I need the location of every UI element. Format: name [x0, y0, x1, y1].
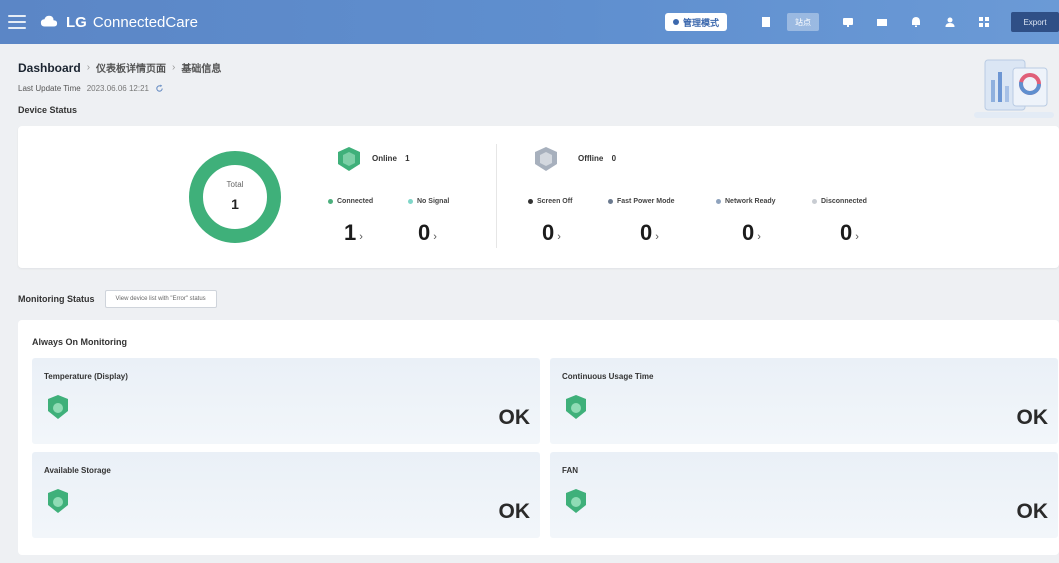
- top-bar: LG ConnectedCare 管理模式 站点 Export: [0, 0, 1059, 44]
- site-select[interactable]: 站点: [787, 13, 819, 31]
- monitoring-status-row: Monitoring Status View device list with …: [18, 290, 217, 308]
- tile-status: OK: [1016, 500, 1049, 523]
- chevron-right-icon: ›: [757, 231, 761, 243]
- tile-title: Available Storage: [44, 466, 111, 475]
- device-status-card: Total 1 Online 1 Connected 1 › No Signal…: [18, 126, 1059, 268]
- bell-icon[interactable]: [909, 15, 923, 29]
- tile-title: FAN: [562, 466, 578, 475]
- legend-label: Network Ready: [725, 198, 776, 205]
- tile-title: Temperature (Display): [44, 372, 128, 381]
- count-value: 0: [742, 220, 755, 245]
- legend-label: Fast Power Mode: [617, 198, 675, 205]
- online-device-icon: [338, 147, 360, 171]
- legend-network-ready: Network Ready: [716, 198, 776, 205]
- device-status-heading: Device Status: [18, 105, 78, 115]
- legend-connected: Connected: [328, 198, 373, 205]
- no-signal-dot-icon: [408, 199, 413, 204]
- page-title: Dashboard: [18, 60, 81, 75]
- mode-label: 管理模式: [682, 17, 719, 28]
- cloud-logo-icon: [40, 13, 58, 31]
- legend-disconnected: Disconnected: [812, 198, 867, 205]
- count-value: 0: [542, 220, 555, 245]
- count-value: 1: [344, 220, 357, 245]
- count-value: 0: [640, 220, 653, 245]
- screen-off-dot-icon: [528, 199, 533, 204]
- monitor-tile-available-storage[interactable]: Available Storage OK: [32, 452, 540, 538]
- monitor-tile-temperature[interactable]: Temperature (Display) OK: [32, 358, 540, 444]
- tile-status: OK: [1016, 406, 1049, 429]
- connected-dot-icon: [328, 199, 333, 204]
- chevron-right-icon: ›: [655, 231, 659, 243]
- monitor-tile-continuous-usage[interactable]: Continuous Usage Time OK: [550, 358, 1058, 444]
- legend-label: Disconnected: [821, 198, 867, 205]
- breadcrumb-separator: ›: [172, 62, 176, 73]
- tile-status: OK: [498, 500, 531, 523]
- ok-shield-icon: [48, 489, 68, 513]
- dashboard-illustration-icon: [974, 59, 1054, 118]
- apps-grid-icon[interactable]: [977, 15, 991, 29]
- page-header: Dashboard › 仪表板详情页面 › 基础信息 Last Update T…: [0, 44, 1059, 126]
- offline-title: Offline 0: [578, 154, 616, 163]
- online-count: 1: [405, 154, 410, 163]
- count-value: 0: [840, 220, 853, 245]
- brand-logo[interactable]: LG ConnectedCare: [66, 14, 198, 31]
- chevron-right-icon: ›: [855, 231, 859, 243]
- offline-title-label: Offline: [578, 154, 604, 163]
- no-signal-count[interactable]: 0 ›: [418, 220, 437, 246]
- monitor-icon[interactable]: [841, 15, 855, 29]
- always-on-monitoring-card: Always On Monitoring Temperature (Displa…: [18, 320, 1059, 555]
- monitor-tile-fan[interactable]: FAN OK: [550, 452, 1058, 538]
- count-value: 0: [418, 220, 431, 245]
- network-ready-count[interactable]: 0 ›: [742, 220, 761, 246]
- user-icon[interactable]: [943, 15, 957, 29]
- fast-power-dot-icon: [608, 199, 613, 204]
- total-label: Total: [226, 180, 244, 189]
- error-device-list-button[interactable]: View device list with "Error" status: [104, 290, 217, 308]
- legend-label: Connected: [337, 198, 374, 205]
- legend-no-signal: No Signal: [408, 198, 449, 205]
- legend-label: No Signal: [417, 198, 450, 205]
- network-ready-dot-icon: [716, 199, 721, 204]
- tile-status: OK: [498, 406, 531, 429]
- connected-count[interactable]: 1 ›: [344, 220, 363, 246]
- legend-screen-off: Screen Off: [528, 198, 572, 205]
- offline-device-icon: [535, 147, 557, 171]
- ok-shield-icon: [48, 395, 68, 419]
- monitoring-status-heading: Monitoring Status: [18, 294, 95, 304]
- refresh-icon[interactable]: [155, 84, 164, 93]
- legend-fast-power-mode: Fast Power Mode: [608, 198, 675, 205]
- brand-name: ConnectedCare: [92, 13, 198, 31]
- tile-title: Continuous Usage Time: [562, 372, 654, 381]
- group-divider: [496, 144, 497, 248]
- last-update-label: Last Update Time: [18, 84, 81, 93]
- disconnected-count[interactable]: 0 ›: [840, 220, 859, 246]
- export-button[interactable]: Export: [1011, 12, 1059, 32]
- chevron-right-icon: ›: [557, 231, 561, 243]
- ok-shield-icon: [566, 395, 586, 419]
- chevron-right-icon: ›: [433, 231, 437, 243]
- breadcrumb-item[interactable]: 基础信息: [181, 60, 221, 75]
- breadcrumb-item[interactable]: 仪表板详情页面: [96, 60, 166, 75]
- breadcrumb-separator: ›: [86, 62, 91, 73]
- fast-power-mode-count[interactable]: 0 ›: [640, 220, 659, 246]
- last-update-time: 2023.06.06 12:21: [86, 84, 149, 93]
- always-on-monitoring-title: Always On Monitoring: [32, 337, 128, 347]
- total-value: 1: [231, 196, 239, 212]
- building-icon[interactable]: [759, 15, 773, 29]
- disconnected-dot-icon: [812, 199, 817, 204]
- hamburger-menu-icon[interactable]: [8, 15, 26, 29]
- ok-shield-icon: [566, 489, 586, 513]
- mail-icon[interactable]: [875, 15, 889, 29]
- mode-badge[interactable]: 管理模式: [664, 13, 727, 31]
- chevron-right-icon: ›: [359, 231, 363, 243]
- mode-dot-icon: [672, 19, 679, 25]
- online-title: Online 1: [372, 154, 410, 163]
- screen-off-count[interactable]: 0 ›: [542, 220, 561, 246]
- online-title-label: Online: [372, 154, 397, 163]
- legend-label: Screen Off: [537, 198, 573, 205]
- brand-lg: LG: [66, 13, 87, 31]
- offline-count: 0: [611, 154, 617, 163]
